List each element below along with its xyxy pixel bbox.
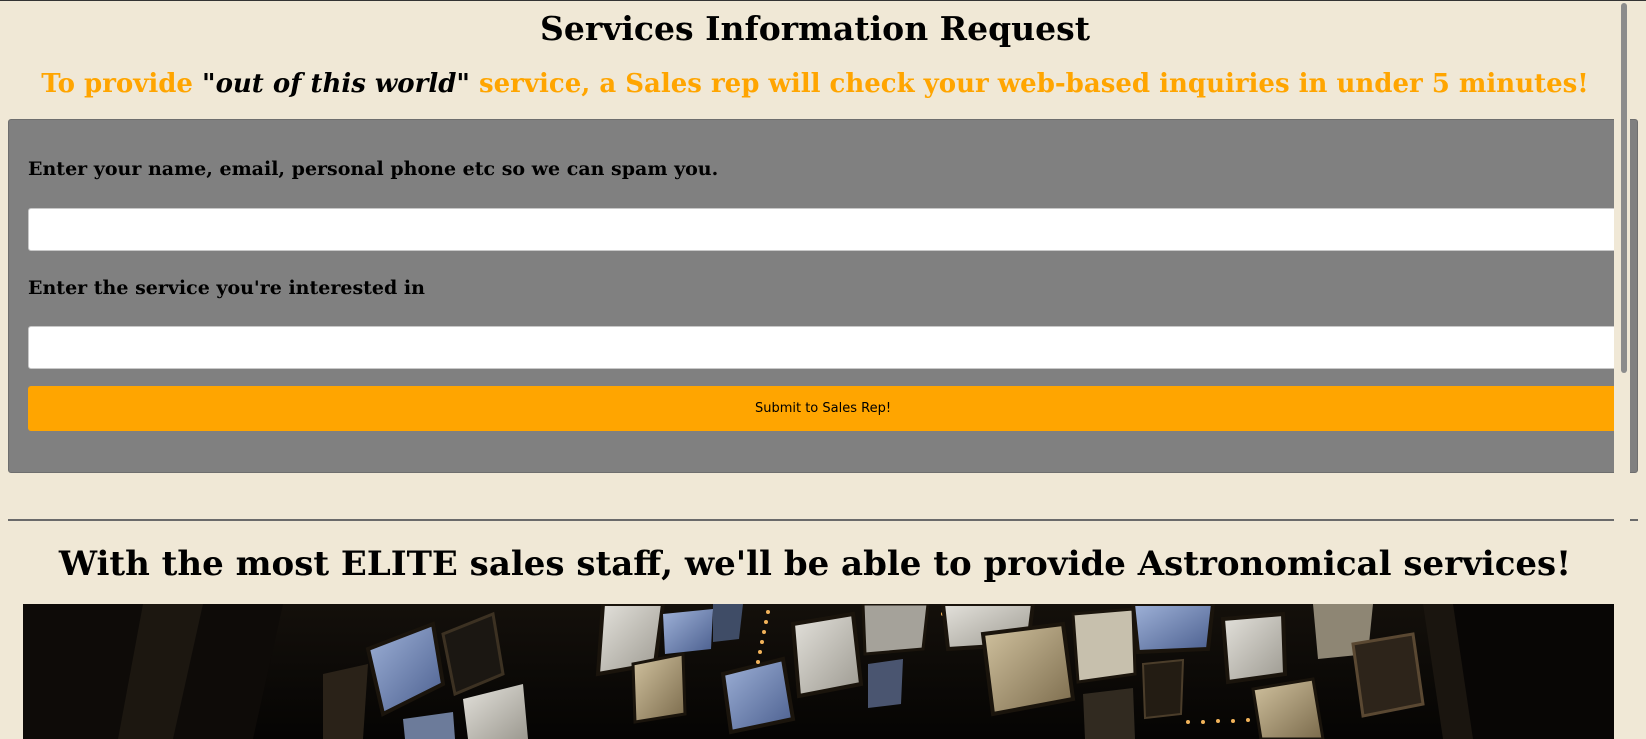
page: Services Information Request To provide … bbox=[0, 1, 1638, 739]
tagline-part1: To provide bbox=[41, 69, 203, 99]
section-divider bbox=[8, 519, 1638, 521]
submit-button[interactable]: Submit to Sales Rep! bbox=[28, 386, 1618, 431]
page-scrollbar[interactable] bbox=[1614, 1, 1630, 739]
tagline-emphasis: out of this world bbox=[215, 69, 457, 99]
tagline-part2: service, a Sales rep will check your web… bbox=[469, 69, 1589, 99]
info-request-form: Enter your name, email, personal phone e… bbox=[8, 119, 1638, 473]
service-interest-input[interactable] bbox=[28, 326, 1618, 369]
section-headline: With the most ELITE sales staff, we'll b… bbox=[58, 544, 1572, 584]
tagline: To provide "out of this world" service, … bbox=[0, 67, 1630, 101]
contact-field-label: Enter your name, email, personal phone e… bbox=[28, 158, 719, 180]
control-room-image bbox=[23, 604, 1623, 739]
tagline-quote-open: " bbox=[202, 69, 216, 99]
tagline-quote-close: " bbox=[456, 69, 470, 99]
page-title: Services Information Request bbox=[540, 9, 1090, 48]
contact-info-input[interactable] bbox=[28, 208, 1618, 251]
service-field-label: Enter the service you're interested in bbox=[28, 277, 425, 299]
control-room-illustration bbox=[23, 604, 1623, 739]
scrollbar-thumb[interactable] bbox=[1621, 3, 1627, 373]
